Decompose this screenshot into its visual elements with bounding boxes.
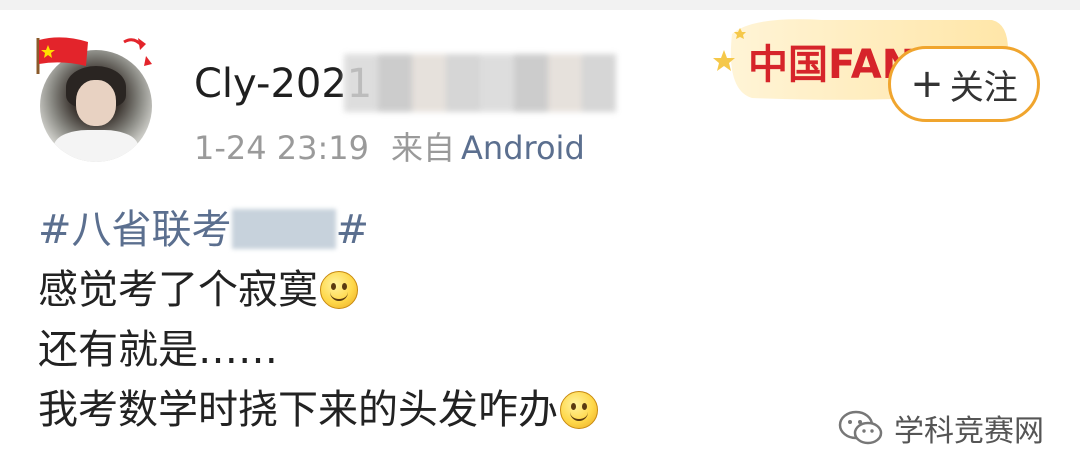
post-line: 我考数学时挠下来的头发咋办: [38, 380, 598, 440]
china-flag-icon: [36, 37, 88, 74]
smile-emoji-icon: [320, 271, 358, 309]
watermark-text: 学科竞赛网: [894, 414, 1044, 449]
follow-label: 关注: [949, 67, 1018, 108]
post-content: #八省联考 # 感觉考了个寂寞 还有就是…… 我考数学时挠下来的头发咋办: [38, 200, 598, 440]
post-line: 还有就是……: [38, 327, 278, 373]
wechat-icon: [838, 410, 883, 445]
top-divider: [0, 0, 1080, 10]
hashtag-line: #八省联考 #: [38, 200, 598, 260]
avatar-frame[interactable]: [32, 34, 160, 168]
post-meta: 1-24 23:19 来自 Android: [194, 128, 585, 168]
watermark: 学科竞赛网: [838, 406, 1044, 450]
source-prefix: 来自: [391, 129, 456, 167]
redacted-hashtag-blur: [231, 209, 336, 249]
hashtag-link[interactable]: #八省联考 #: [38, 207, 369, 253]
plus-icon: +: [910, 61, 944, 107]
follow-button[interactable]: + 关注: [888, 46, 1040, 122]
redacted-username-blur: [344, 54, 616, 112]
ribbon-decoration-icon: [123, 38, 152, 66]
post-line: 感觉考了个寂寞: [38, 260, 598, 320]
source-device: Android: [461, 129, 585, 167]
smile-emoji-icon: [560, 391, 598, 429]
post-time: 1-24 23:19: [194, 129, 370, 167]
